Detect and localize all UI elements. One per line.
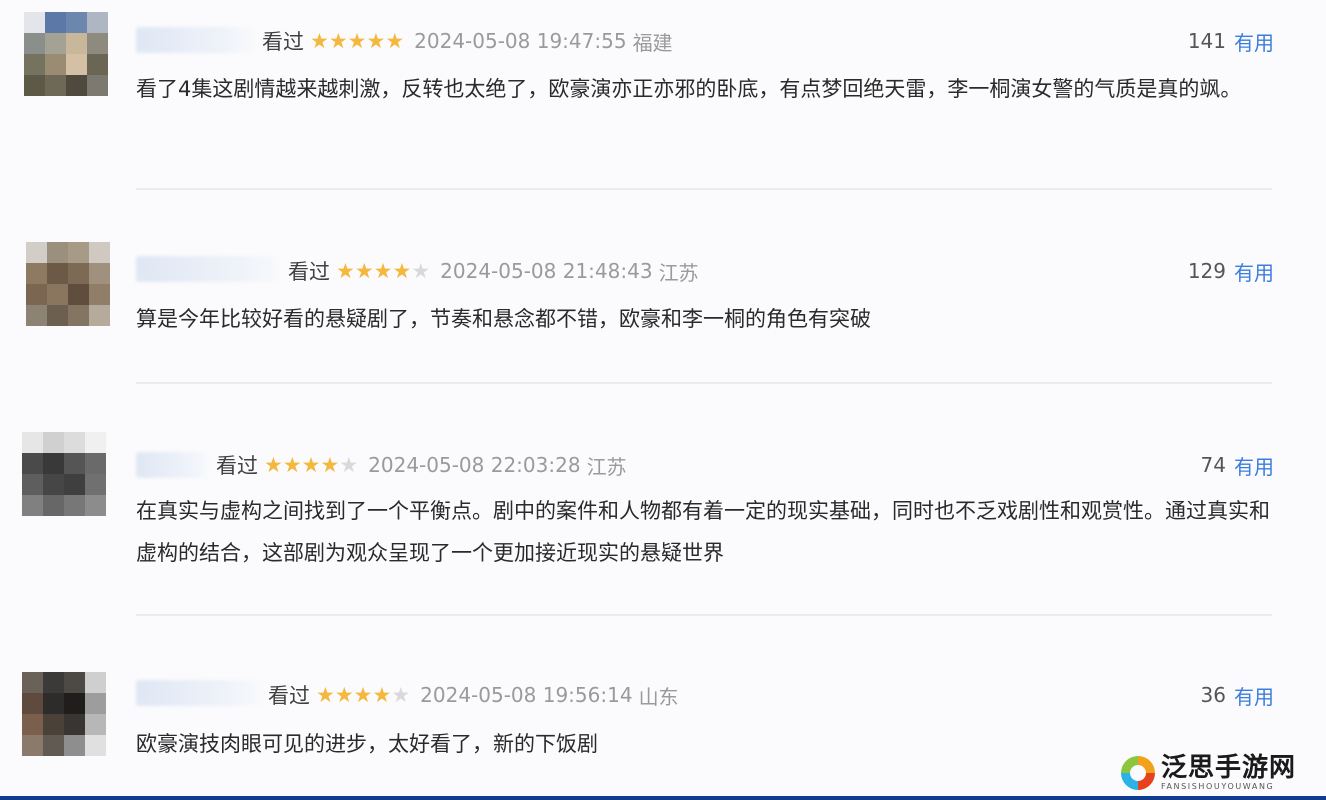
review-meta: 看过 ★ ★ ★ ★ ★ 2024-05-08 22:03:28 江苏 bbox=[216, 450, 627, 480]
star-filled-icon: ★ bbox=[353, 682, 373, 707]
rating-stars: ★ ★ ★ ★ ★ bbox=[310, 28, 405, 53]
avatar[interactable] bbox=[22, 432, 106, 516]
star-filled-icon: ★ bbox=[301, 452, 321, 477]
useful-count: 36 bbox=[1200, 683, 1226, 707]
bottom-rule bbox=[0, 796, 1326, 800]
watched-label: 看过 bbox=[216, 454, 258, 478]
watched-label: 看过 bbox=[288, 260, 330, 284]
avatar[interactable] bbox=[22, 672, 106, 756]
review-timestamp: 2024-05-08 19:56:14 bbox=[420, 683, 633, 707]
review-location: 山东 bbox=[638, 684, 679, 709]
star-filled-icon: ★ bbox=[336, 258, 355, 283]
watched-label: 看过 bbox=[268, 684, 310, 708]
review-location: 福建 bbox=[632, 30, 673, 55]
useful-button[interactable]: 有用 bbox=[1234, 257, 1274, 286]
review-timestamp: 2024-05-08 22:03:28 bbox=[368, 453, 581, 477]
review-meta: 看过 ★ ★ ★ ★ ★ 2024-05-08 21:48:43 江苏 bbox=[288, 256, 699, 286]
watermark-name: 泛思手游网 bbox=[1160, 753, 1296, 783]
useful-count: 141 bbox=[1187, 29, 1226, 53]
watched-label: 看过 bbox=[262, 30, 304, 54]
star-empty-icon: ★ bbox=[391, 682, 411, 707]
avatar[interactable] bbox=[24, 12, 108, 96]
star-filled-icon: ★ bbox=[282, 452, 302, 477]
rating-stars: ★ ★ ★ ★ ★ bbox=[264, 452, 359, 477]
username-blurred[interactable] bbox=[136, 256, 278, 282]
review-timestamp: 2024-05-08 19:47:55 bbox=[414, 29, 627, 53]
rating-stars: ★ ★ ★ ★ ★ bbox=[336, 258, 431, 283]
star-filled-icon: ★ bbox=[320, 452, 340, 477]
star-filled-icon: ★ bbox=[264, 452, 283, 477]
star-filled-icon: ★ bbox=[366, 28, 386, 53]
useful-button[interactable]: 有用 bbox=[1234, 27, 1274, 56]
star-filled-icon: ★ bbox=[310, 28, 329, 53]
review-text: 看了4集这剧情越来越刺激，反转也太绝了，欧豪演亦正亦邪的卧底，有点梦回绝天雷，李… bbox=[136, 77, 1242, 101]
star-filled-icon: ★ bbox=[328, 28, 348, 53]
review-text: 在真实与虚构之间找到了一个平衡点。剧中的案件和人物都有着一定的现实基础，同时也不… bbox=[136, 499, 1270, 565]
review-location: 江苏 bbox=[658, 260, 699, 285]
star-filled-icon: ★ bbox=[392, 258, 412, 283]
useful-vote: 141 有用 bbox=[1188, 26, 1274, 56]
star-filled-icon: ★ bbox=[334, 682, 354, 707]
username-blurred[interactable] bbox=[136, 27, 254, 53]
username-blurred[interactable] bbox=[136, 680, 260, 706]
divider bbox=[136, 382, 1272, 384]
site-watermark: 泛思手游网 FANSISHOUYOUWANG bbox=[1120, 753, 1296, 792]
divider bbox=[136, 188, 1272, 190]
star-filled-icon: ★ bbox=[347, 28, 367, 53]
useful-button[interactable]: 有用 bbox=[1234, 451, 1274, 480]
useful-vote: 36 有用 bbox=[1201, 680, 1274, 710]
site-logo-icon bbox=[1120, 756, 1155, 790]
useful-vote: 129 有用 bbox=[1188, 256, 1274, 286]
username-blurred[interactable] bbox=[136, 452, 208, 478]
review-meta: 看过 ★ ★ ★ ★ ★ 2024-05-08 19:47:55 福建 bbox=[262, 26, 673, 56]
useful-button[interactable]: 有用 bbox=[1234, 681, 1274, 710]
star-filled-icon: ★ bbox=[354, 258, 374, 283]
rating-stars: ★ ★ ★ ★ ★ bbox=[316, 682, 411, 707]
useful-vote: 74 有用 bbox=[1201, 450, 1274, 480]
review-text: 算是今年比较好看的悬疑剧了，节奏和悬念都不错，欧豪和李一桐的角色有突破 bbox=[136, 307, 871, 331]
divider bbox=[136, 614, 1272, 616]
star-filled-icon: ★ bbox=[385, 28, 405, 53]
review-location: 江苏 bbox=[586, 454, 627, 479]
review-text: 欧豪演技肉眼可见的进步，太好看了，新的下饭剧 bbox=[136, 732, 598, 756]
review-meta: 看过 ★ ★ ★ ★ ★ 2024-05-08 19:56:14 山东 bbox=[268, 680, 679, 710]
review-timestamp: 2024-05-08 21:48:43 bbox=[440, 259, 653, 283]
star-empty-icon: ★ bbox=[339, 452, 359, 477]
star-filled-icon: ★ bbox=[316, 682, 335, 707]
watermark-subtitle: FANSISHOUYOUWANG bbox=[1160, 782, 1275, 791]
useful-count: 129 bbox=[1187, 259, 1226, 283]
star-filled-icon: ★ bbox=[373, 258, 393, 283]
avatar[interactable] bbox=[26, 242, 110, 326]
useful-count: 74 bbox=[1200, 453, 1226, 477]
star-filled-icon: ★ bbox=[372, 682, 392, 707]
star-empty-icon: ★ bbox=[411, 258, 431, 283]
